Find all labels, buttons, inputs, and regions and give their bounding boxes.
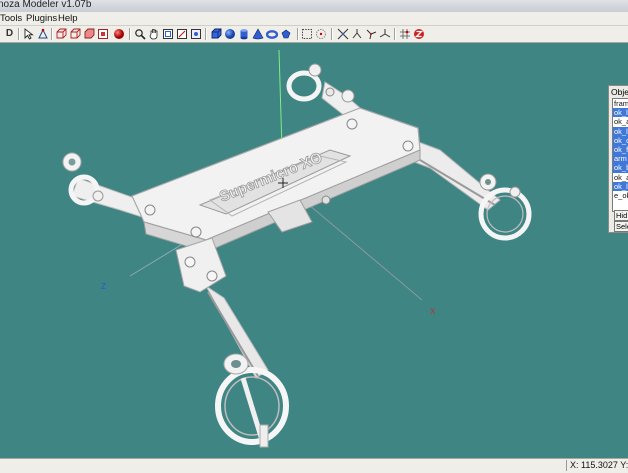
menu-bar: Tools Plugins Help xyxy=(0,12,628,26)
model-render: Supermicro XO Z X xyxy=(62,49,532,448)
material-icon[interactable] xyxy=(96,27,109,40)
x-axis-label: X xyxy=(430,307,436,316)
menu-plugins[interactable]: Plugins xyxy=(26,13,57,24)
zoom-extents-icon[interactable] xyxy=(175,27,188,40)
axis-scale-icon[interactable] xyxy=(364,27,377,40)
object-item[interactable]: fram xyxy=(613,99,628,108)
toolbar: D xyxy=(0,26,628,43)
cube-red-icon[interactable] xyxy=(82,27,95,40)
z-axis-label: Z xyxy=(101,282,106,291)
hand-pan-icon[interactable] xyxy=(147,27,160,40)
sphere-red-icon[interactable] xyxy=(112,27,125,40)
cone-blue-icon[interactable] xyxy=(251,27,264,40)
shape-blue-icon[interactable] xyxy=(279,27,292,40)
object-item[interactable]: ok_f xyxy=(613,144,628,155)
target-icon[interactable] xyxy=(314,27,327,40)
object-item[interactable]: ok_c xyxy=(613,135,628,145)
sphere-blue-icon[interactable] xyxy=(223,27,236,40)
zoom-region-icon[interactable] xyxy=(161,27,174,40)
vertex-tool-icon[interactable] xyxy=(36,27,49,40)
axis-rotate-icon[interactable] xyxy=(350,27,363,40)
menu-tools[interactable]: Tools xyxy=(0,13,22,24)
zoom-out-icon[interactable] xyxy=(189,27,202,40)
cube-blue-icon[interactable] xyxy=(209,27,222,40)
title-bar: noza Modeler v1.07b xyxy=(0,0,628,12)
cube-outline-icon[interactable] xyxy=(54,27,67,40)
object-item[interactable]: ok_b xyxy=(613,163,628,173)
object-item[interactable]: ok_a xyxy=(613,173,628,182)
menu-help[interactable]: Help xyxy=(58,13,78,24)
snap-grid-icon[interactable] xyxy=(398,27,411,40)
status-bar: X: 115.3027 Y: -7 xyxy=(0,458,628,473)
magnifier-icon[interactable] xyxy=(133,27,146,40)
hide-button[interactable]: Hid xyxy=(614,210,628,221)
select-arrow-icon[interactable] xyxy=(22,27,35,40)
object-item[interactable]: ok_l xyxy=(613,126,628,136)
object-item[interactable]: arm xyxy=(613,154,628,164)
cylinder-blue-icon[interactable] xyxy=(237,27,250,40)
axis-tool-icon[interactable] xyxy=(378,27,391,40)
object-item[interactable]: e_ok xyxy=(613,191,628,200)
3d-viewport[interactable]: Supermicro XO Z X xyxy=(0,43,628,458)
torus-blue-icon[interactable] xyxy=(265,27,278,40)
object-item[interactable]: ok_a xyxy=(613,117,628,126)
window-title: noza Modeler v1.07b xyxy=(0,0,92,10)
select-button[interactable]: Sele xyxy=(614,221,628,232)
object-item[interactable]: ok_l xyxy=(613,181,628,191)
objects-panel: Objec fram ok_l ok_a ok_l ok_c ok_f arm … xyxy=(608,85,628,233)
objects-list[interactable]: fram ok_l ok_a ok_l ok_c ok_f arm ok_b o… xyxy=(612,98,628,212)
object-item[interactable]: ok_l xyxy=(613,108,628,118)
mode-d-button[interactable]: D xyxy=(3,27,16,40)
axis-move-icon[interactable] xyxy=(336,27,349,40)
no-snap-icon[interactable] xyxy=(412,27,425,40)
select-box-icon[interactable] xyxy=(300,27,313,40)
objects-panel-title: Objec xyxy=(611,87,628,97)
coordinate-readout: X: 115.3027 Y: -7 xyxy=(566,460,628,471)
cube-wire-icon[interactable] xyxy=(68,27,81,40)
